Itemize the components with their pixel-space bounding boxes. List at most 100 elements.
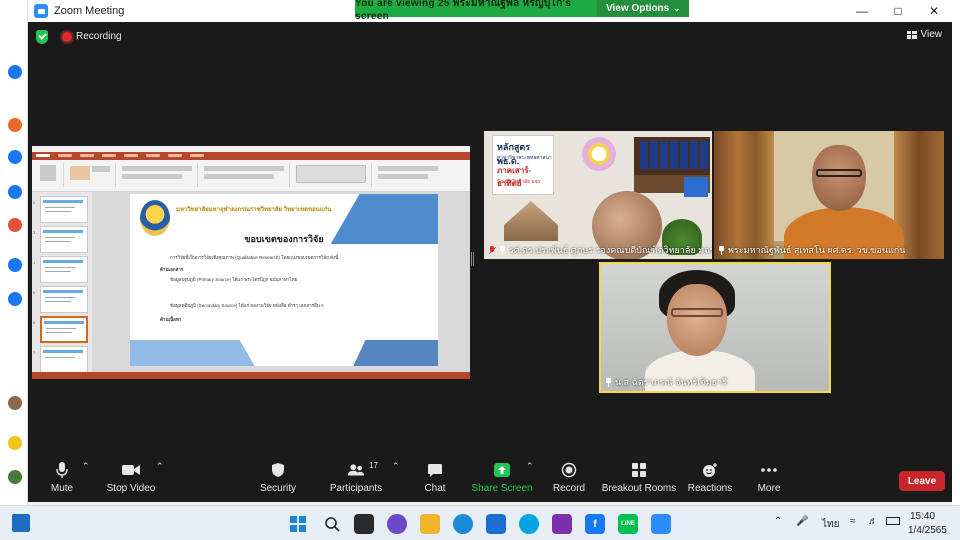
teams-chat-icon[interactable] (387, 514, 407, 534)
curtain (714, 131, 774, 259)
stop-video-label: Stop Video (106, 483, 156, 494)
slide-decoration (130, 340, 261, 366)
pin-icon (605, 377, 612, 387)
flag-icon (8, 218, 22, 232)
more-button[interactable]: More (756, 461, 782, 501)
participant-name: น.ส ฉัตราภรณ์ จันทร์เจิมธารี (615, 377, 727, 387)
splitter-handle[interactable] (471, 252, 474, 266)
powerpoint-status-bar (32, 372, 470, 379)
clock-date[interactable]: 1/4/2565 (908, 525, 947, 536)
file-explorer-icon[interactable] (420, 514, 440, 534)
security-button[interactable]: Security (260, 461, 296, 501)
temple-photo (504, 201, 558, 241)
reactions-button[interactable]: Reactions (688, 461, 732, 501)
meeting-toolbar: Mute ⌃ Stop Video ⌃ Security Participant… (28, 455, 952, 502)
slide-thumbnail[interactable] (40, 226, 88, 253)
slide-text: ข้อมูลทุติยภูมิ (Secondary Source) ได้แก… (170, 303, 324, 308)
zoom-window: Zoom Meeting — □ ✕ You are viewing 25 พร… (28, 0, 952, 502)
glasses (816, 169, 862, 177)
background-edge (952, 0, 960, 505)
edge-icon[interactable] (453, 514, 473, 534)
leave-button[interactable]: Leave (899, 471, 945, 491)
participants-icon (346, 461, 366, 479)
video-options-caret[interactable]: ⌃ (156, 461, 164, 472)
chevron-down-icon: ⌄ (673, 4, 680, 13)
volume-icon[interactable]: ♬ (868, 516, 878, 527)
participants-label: Participants (329, 483, 383, 494)
pin-icon (499, 245, 506, 255)
maximize-icon[interactable]: □ (880, 0, 916, 22)
share-screen-button[interactable]: Share Screen (471, 461, 533, 501)
shield-icon (268, 461, 288, 479)
grid-view-icon (906, 30, 917, 39)
slide-thumbnail[interactable] (40, 286, 88, 313)
skype-icon[interactable] (519, 514, 539, 534)
microphone-tray-icon[interactable]: 🎤 (796, 516, 808, 527)
stop-video-button[interactable]: Stop Video (106, 461, 156, 501)
current-slide: มหาวิทยาลัยมหาจุฬาลงกรณราชวิทยาลัย วิทยา… (130, 194, 438, 366)
security-label: Security (259, 483, 297, 494)
view-options-button[interactable]: View Options ⌄ (597, 0, 689, 17)
mute-label: Mute (50, 483, 74, 494)
more-dots-icon (759, 461, 779, 479)
participant-name-tag: น.ส ฉัตราภรณ์ จันทร์เจิมธารี (605, 375, 727, 389)
zoom-taskbar-icon[interactable] (651, 514, 671, 534)
line-icon[interactable]: LINE (618, 514, 638, 534)
participant-name: พระมหาณัฐพันธ์ สุเทสโน ผศ.ดร. วข.ขอนแก่น (728, 245, 906, 255)
video-tile-participant-1[interactable]: หลักสูตร พธ.ด. สาขาวิชาพระพุทธศาสนา ภาคเ… (484, 131, 712, 259)
slide-thumbnail-selected[interactable] (40, 316, 88, 343)
record-button[interactable]: Record (552, 461, 586, 501)
share-screen-label: Share Screen (471, 483, 533, 494)
windows-taskbar: f LINE ⌃ 🎤 ไทย ≈ ♬ 15:40 1/4/2565 (0, 505, 960, 540)
shared-screen[interactable]: 2 3 4 5 6 7 มหาวิทยาลัยมหาจุฬาลงกรณราชวิ… (32, 146, 470, 379)
avatar (8, 396, 22, 410)
mute-options-caret[interactable]: ⌃ (82, 461, 90, 472)
battery-icon[interactable] (886, 517, 900, 525)
slide-thumbnails[interactable]: 2 3 4 5 6 7 (32, 192, 92, 373)
share-options-caret[interactable]: ⌃ (526, 461, 534, 472)
mail-icon[interactable] (486, 514, 506, 534)
security-shield-icon[interactable] (36, 30, 48, 44)
app-icon (8, 65, 22, 79)
recording-icon (62, 32, 72, 42)
facebook-icon[interactable]: f (585, 514, 605, 534)
sign-text: สาขาวิชาพระพุทธศาสนา (497, 155, 552, 161)
people-icon (8, 292, 22, 306)
window-title: Zoom Meeting (54, 5, 125, 17)
participant-video (667, 284, 727, 356)
start-icon[interactable] (288, 514, 308, 534)
backdrop-sign: หลักสูตร พธ.ด. สาขาวิชาพระพุทธศาสนา ภาคเ… (492, 135, 554, 195)
view-button[interactable]: View (906, 29, 942, 40)
search-icon[interactable] (322, 514, 342, 534)
reactions-icon (700, 461, 720, 479)
breakout-rooms-icon (629, 461, 649, 479)
chat-button[interactable]: Chat (422, 461, 448, 501)
slide-thumbnail[interactable] (40, 256, 88, 283)
app-icon (8, 258, 22, 272)
chat-label: Chat (424, 483, 446, 494)
viewing-banner: You are viewing 25 พระมหาณัฐพล หิรัญบุโก… (355, 0, 597, 22)
close-icon[interactable]: ✕ (916, 0, 952, 22)
slide-thumbnail[interactable] (40, 346, 88, 373)
avatar (8, 470, 22, 484)
app-icon (8, 185, 22, 199)
video-tile-active-speaker[interactable]: น.ส ฉัตราภรณ์ จันทร์เจิมธารี (599, 262, 831, 393)
clock-time[interactable]: 15:40 (910, 511, 935, 522)
show-hidden-icons-chevron[interactable]: ⌃ (774, 516, 782, 527)
slide-thumbnail[interactable] (40, 196, 88, 223)
widgets-icon[interactable] (12, 514, 30, 532)
mute-button[interactable]: Mute (48, 461, 76, 501)
mic-muted-icon (488, 245, 496, 255)
breakout-rooms-button[interactable]: Breakout Rooms (602, 461, 676, 501)
wifi-icon[interactable]: ≈ (850, 516, 856, 527)
video-tile-participant-2[interactable]: พระมหาณัฐพันธ์ สุเทสโน ผศ.ดร. วข.ขอนแก่น (714, 131, 944, 259)
sign-text: ภาคเสาร์-อาทิตย์ (497, 166, 532, 188)
task-view-icon[interactable] (354, 514, 374, 534)
minimize-icon[interactable]: — (844, 0, 880, 22)
chat-icon (425, 461, 445, 479)
powerpoint-ribbon (32, 160, 470, 192)
participants-options-caret[interactable]: ⌃ (392, 461, 400, 472)
input-language[interactable]: ไทย (822, 517, 839, 532)
participant-video (812, 145, 866, 211)
onenote-icon[interactable] (552, 514, 572, 534)
